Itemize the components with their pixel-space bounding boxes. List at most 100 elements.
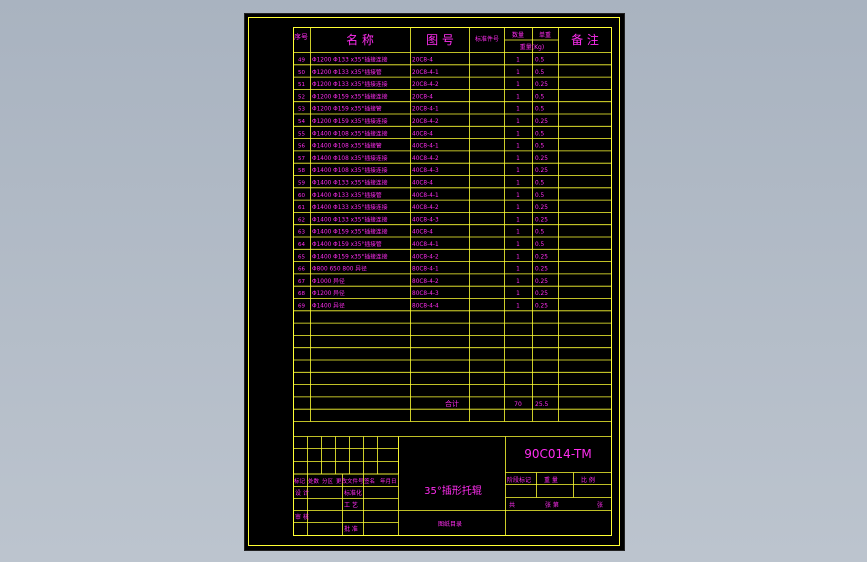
row-drawing: 40C8-4-2 [412,156,439,162]
rev-header: 分区 [322,477,334,485]
row-weight: 0.25 [535,291,548,297]
row-name: Φ1400 Φ133 x35°插接连接 [312,203,388,211]
row-no: 67 [298,279,305,285]
row-qty: 1 [516,254,520,260]
row-no: 65 [298,254,305,260]
row-drawing: 20C8-4 [412,58,433,64]
row-name: Φ1400 Φ108 x35°插接连接 [312,154,388,162]
row-no: 50 [298,70,305,76]
row-name: Φ1400 异径 [312,302,345,310]
row-no: 59 [298,181,305,187]
row-drawing: 40C8-4-3 [412,168,439,174]
row-qty: 1 [516,279,520,285]
row-name: Φ1400 Φ159 x35°插接管 [312,240,382,248]
row-qty: 1 [516,107,520,113]
row-drawing: 40C8-4-2 [412,205,439,211]
header-drawing: 图 号 [426,33,454,47]
row-qty: 1 [516,242,520,248]
row-drawing: 80C8-4-1 [412,267,439,273]
row-no: 62 [298,217,305,223]
row-no: 56 [298,144,305,150]
drawing-code: 90C014-TM [524,447,591,461]
row-qty: 1 [516,193,520,199]
row-weight: 0.25 [535,156,548,162]
row-name: Φ1400 Φ108 x35°插接连接 [312,129,388,137]
row-drawing: 40C8-4-2 [412,254,439,260]
row-qty: 1 [516,70,520,76]
drawing-sheet: 序号 名 称 图 号 标准件号 数量 单重 重量(Kg) 备 注 49 Φ1200 Φ133 x3… [244,13,625,551]
row-no: 51 [298,82,305,88]
row-name: Φ1400 Φ133 x35°插接连接 [312,215,388,223]
row-qty: 1 [516,205,520,211]
rev-header: 更改文件号 [336,477,364,485]
row-qty: 1 [516,291,520,297]
weight-label: 重 量 [544,476,558,484]
drawing-title: 35°插形托辊 [424,484,482,497]
row-name: Φ1400 Φ159 x35°插接连接 [312,252,388,260]
row-weight: 0.25 [535,217,548,223]
design-label: 设 计 [295,489,309,497]
scale-label: 比 例 [581,476,595,484]
approve-label: 批 准 [344,525,358,533]
row-name: Φ1200 Φ133 x35°插接管 [312,68,382,76]
row-weight: 0.25 [535,279,548,285]
row-no: 53 [298,107,305,113]
row-drawing: 20C8-4-1 [412,107,439,113]
row-no: 49 [298,58,305,64]
row-name: Φ1400 Φ159 x35°插接连接 [312,228,388,236]
row-weight: 0.5 [535,58,545,64]
header-unit-weight: 单重 [539,31,551,39]
row-drawing: 20C8-4-1 [412,70,439,76]
row-name: Φ1200 Φ133 x35°插接连接 [312,56,388,64]
row-weight: 0.25 [535,82,548,88]
total-weight: 25.5 [535,401,549,408]
row-drawing: 20C8-4 [412,94,433,100]
row-drawing: 40C8-4-1 [412,144,439,150]
row-no: 61 [298,205,305,211]
rev-header: 处数 [308,477,320,485]
row-weight: 0.5 [535,193,545,199]
sheet-of: 张 第 [545,501,559,509]
row-weight: 0.25 [535,304,548,310]
std-label: 标准化 [344,489,362,497]
row-qty: 1 [516,82,520,88]
row-qty: 1 [516,156,520,162]
cad-drawing: 序号 名 称 图 号 标准件号 数量 单重重量(Kg) 备 注 49 Φ1200 Φ133 x3… [248,17,620,546]
row-no: 68 [298,291,305,297]
row-drawing: 80C8-4-4 [412,304,439,310]
row-weight: 0.25 [535,205,548,211]
header-name: 名 称 [346,32,374,47]
row-drawing: 20C8-4-2 [412,119,439,125]
row-qty: 1 [516,230,520,236]
row-no: 64 [298,242,305,248]
row-drawing: 40C8-4-3 [412,217,439,223]
row-name: Φ1400 Φ133 x35°插接管 [312,191,382,199]
header-seq: 序号 [294,32,308,41]
row-name: Φ1400 Φ133 x35°插接连接 [312,179,388,187]
review-label: 审 核 [295,513,309,521]
row-no: 57 [298,156,305,162]
row-name: Φ1200 Φ159 x35°插接连接 [312,92,388,100]
row-weight: 0.25 [535,267,548,273]
row-weight: 0.5 [535,230,545,236]
row-drawing: 40C8-4 [412,230,433,236]
sheet-total: 共 [509,501,515,509]
row-no: 55 [298,131,305,137]
row-drawing: 40C8-4 [412,181,433,187]
craft-label: 工 艺 [344,501,358,509]
table-text: 序号 名 称 图 号 标准件号 数量 单重重量(Kg) 备 注 49 Φ1200 Φ133 x3… [294,31,603,533]
header-std: 标准件号 [475,35,499,43]
row-name: Φ800 650 800 异径 [312,265,367,273]
row-weight: 0.5 [535,242,545,248]
rev-header: 标记 [294,477,306,485]
row-drawing: 40C8-4-1 [412,193,439,199]
rev-header: 年月日 [380,477,397,485]
row-name: Φ1200 Φ159 x35°插接管 [312,105,382,113]
row-no: 63 [298,230,305,236]
row-weight: 0.25 [535,254,548,260]
row-no: 54 [298,119,305,125]
row-drawing: 20C8-4-2 [412,82,439,88]
row-weight: 0.5 [535,131,545,137]
sheet-unit: 张 [597,501,603,509]
total-qty: 70 [514,401,522,408]
